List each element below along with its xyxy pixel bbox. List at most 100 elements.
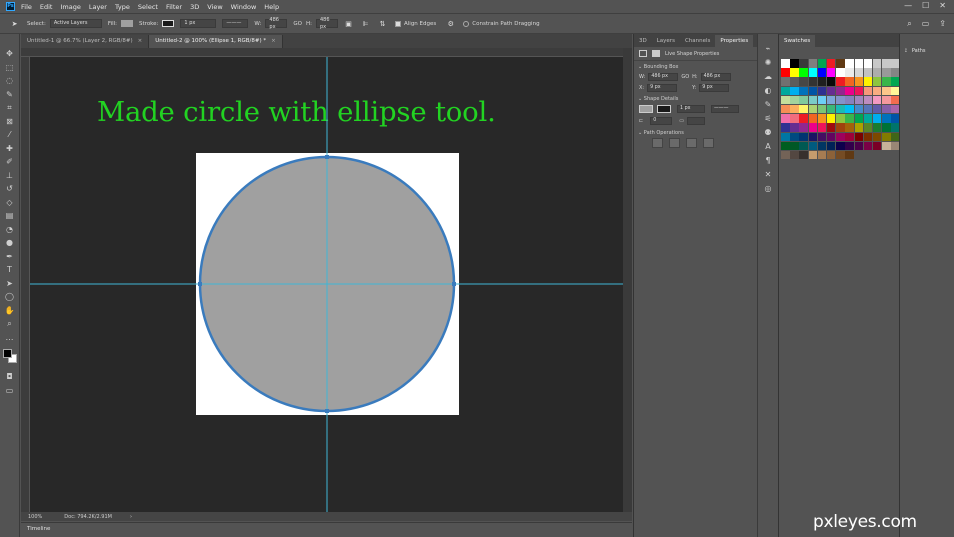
link-icon[interactable]: GO [293,21,302,27]
swatch-color[interactable] [781,141,790,151]
swatch-color[interactable] [854,68,863,77]
fill-swatch[interactable] [121,20,134,27]
swatch-color[interactable] [854,132,863,141]
anchor-top[interactable] [325,155,329,159]
crop-tool-icon[interactable]: ⌗ [4,102,16,114]
swatch-color[interactable] [863,68,873,77]
blur-tool-icon[interactable]: ◔ [4,224,16,236]
swatch-color[interactable] [817,150,827,160]
workspace-icon[interactable]: ▭ [922,19,930,29]
history-icon[interactable]: ⌁ [763,44,774,54]
clone-source-icon[interactable]: ⚉ [763,128,774,138]
swatch-color[interactable] [836,95,845,105]
swatch-color[interactable] [799,150,808,160]
color-wheel-icon[interactable]: ✺ [763,58,774,68]
swatch-color[interactable] [817,77,827,86]
swatch-color[interactable] [817,104,827,114]
swatch-color[interactable] [836,132,845,141]
vertical-scrollbar[interactable] [623,48,632,512]
healing-brush-tool-icon[interactable]: ✚ [4,143,16,155]
swatch-color[interactable] [790,104,799,114]
swatch-color[interactable] [799,77,808,86]
swatch-color[interactable] [781,59,790,68]
swatch-color[interactable] [781,150,790,160]
stroke-swatch[interactable] [657,105,671,113]
quick-select-tool-icon[interactable]: ✎ [4,89,16,101]
anchor-left[interactable] [198,282,202,286]
swatch-color[interactable] [790,150,799,160]
swatch-color[interactable] [790,95,799,105]
path-operations-section[interactable]: ⌄ Path Operations [634,129,757,137]
quick-mask-icon[interactable]: ◘ [4,371,16,383]
pen-tool-icon[interactable]: ✒ [4,251,16,263]
swatch-color[interactable] [799,141,808,151]
path-arrangement-icon[interactable]: ⇅ [378,19,387,28]
swatch-color[interactable] [808,114,818,123]
close-icon[interactable]: ✕ [939,1,946,10]
stroke-swatch[interactable] [162,20,175,27]
swatch-color[interactable] [799,68,808,77]
menu-filter[interactable]: Filter [166,3,182,11]
swatch-color[interactable] [854,77,863,86]
swatch-color[interactable] [826,68,836,77]
swatch-color[interactable] [799,114,808,123]
anchor-bottom[interactable] [325,409,329,413]
select-dropdown[interactable]: Active Layers [49,19,102,28]
swatch-color[interactable] [836,150,845,160]
swatch-color[interactable] [790,68,799,77]
swatch-color[interactable] [854,123,863,132]
eyedropper-tool-icon[interactable]: ⁄ [4,129,16,141]
subtract-shape-icon[interactable] [669,138,680,148]
menu-image[interactable]: Image [60,3,80,11]
swatch-color[interactable] [817,86,827,96]
history-brush-tool-icon[interactable]: ↺ [4,183,16,195]
anchor-right[interactable] [452,282,456,286]
stroke-width-field[interactable]: 1 px [180,19,217,28]
minimize-icon[interactable]: — [904,1,912,10]
zoom-tool-icon[interactable]: ⌕ [4,318,16,330]
swatches-tab[interactable]: Swatches [779,35,816,47]
swatch-color[interactable] [845,141,854,151]
libraries-icon[interactable]: ☁ [763,72,774,82]
swatch-color[interactable] [854,114,863,123]
swatch-color[interactable] [845,123,854,132]
swatch-color[interactable] [826,104,836,114]
swatch-color[interactable] [826,123,836,132]
swatch-color[interactable] [790,77,799,86]
swatch-color[interactable] [882,86,891,96]
swatch-color[interactable] [872,68,882,77]
swatch-color[interactable] [817,123,827,132]
swatch-color[interactable] [781,123,790,132]
swatch-color[interactable] [781,77,790,86]
path-alignment-icon[interactable]: ⊫ [361,19,370,28]
swatch-color[interactable] [836,123,845,132]
hand-tool-icon[interactable]: ✋ [4,305,16,317]
swatch-color[interactable] [872,59,882,68]
swatch-color[interactable] [845,104,854,114]
move-tool-icon[interactable]: ✥ [4,48,16,60]
status-menu-arrow-icon[interactable]: › [130,514,132,520]
swatch-color[interactable] [817,95,827,105]
swatch-color[interactable] [790,132,799,141]
width-field[interactable]: 486 px [648,72,679,81]
swatch-color[interactable] [790,86,799,96]
swatch-color[interactable] [863,86,873,96]
swatch-color[interactable] [854,141,863,151]
swatch-color[interactable] [808,59,818,68]
swatch-color[interactable] [808,77,818,86]
swatch-color[interactable] [799,95,808,105]
menu-window[interactable]: Window [231,3,257,11]
swatch-color[interactable] [872,141,882,151]
swatch-color[interactable] [872,104,882,114]
line-cap-icon[interactable]: ▭ [679,118,684,124]
swatch-color[interactable] [882,59,891,68]
intersect-shape-icon[interactable] [686,138,697,148]
path-selection-tool-icon[interactable]: ➤ [4,278,16,290]
share-icon[interactable]: ⇪ [939,19,946,29]
swatch-color[interactable] [845,150,854,160]
width-field[interactable]: 486 px [265,17,288,30]
swatch-color[interactable] [872,86,882,96]
align-edges-checkbox[interactable] [395,20,401,27]
swatch-color[interactable] [817,68,827,77]
swatch-color[interactable] [836,141,845,151]
